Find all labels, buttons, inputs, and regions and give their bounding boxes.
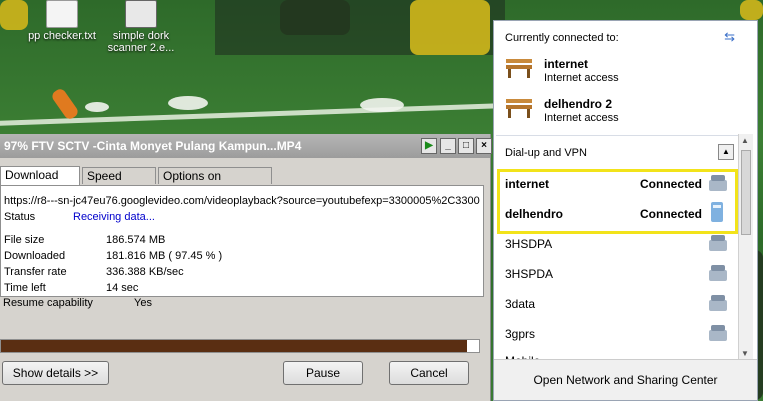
desktop-icon-label: pp checker.txt bbox=[28, 30, 96, 42]
pause-button[interactable]: Pause bbox=[283, 361, 363, 385]
download-status-panel: https://r8---sn-jc47eu76.googlevideo.com… bbox=[0, 185, 484, 297]
arrow-right-icon[interactable]: ▶ bbox=[421, 138, 437, 154]
field-label: Transfer rate bbox=[4, 266, 67, 278]
refresh-icon[interactable]: ⇆ bbox=[724, 29, 735, 45]
phone-icon bbox=[709, 295, 727, 311]
vpn-status: Connected bbox=[640, 177, 703, 191]
scroll-up-icon[interactable]: ▲ bbox=[741, 136, 749, 145]
connection-status: Internet access bbox=[544, 72, 619, 84]
tab-options-on-completion[interactable]: Options on completion bbox=[158, 167, 272, 200]
phone-icon bbox=[709, 175, 727, 191]
dialup-entry[interactable]: 3HSDPA bbox=[505, 237, 552, 251]
show-details-button[interactable]: Show details >> bbox=[2, 361, 109, 385]
text-file-icon bbox=[46, 0, 78, 28]
open-network-center-link[interactable]: Open Network and Sharing Center bbox=[494, 373, 757, 387]
field-value: 181.816 MB ( 97.45 % ) bbox=[106, 250, 223, 262]
field-value: 14 sec bbox=[106, 282, 139, 294]
vpn-status: Connected bbox=[640, 207, 703, 221]
field-value: 336.388 KB/sec bbox=[106, 266, 184, 278]
vpn-name[interactable]: delhendro bbox=[505, 207, 563, 221]
flyout-footer: Open Network and Sharing Center bbox=[494, 359, 757, 400]
status-label: Status bbox=[4, 211, 36, 223]
scroll-down-icon[interactable]: ▼ bbox=[741, 349, 749, 358]
field-label: Downloaded bbox=[4, 250, 66, 262]
phone-icon bbox=[709, 265, 727, 281]
dialup-entry[interactable]: 3HSPDA bbox=[505, 267, 553, 281]
modem-icon bbox=[711, 202, 723, 222]
window-title-text: 97% FTV SCTV -Cinta Monyet Pulang Kampun… bbox=[4, 139, 302, 153]
section-label: Dial-up and VPN bbox=[505, 147, 587, 159]
vpn-name[interactable]: internet bbox=[505, 177, 549, 191]
connection-status: Internet access bbox=[544, 112, 619, 124]
divider bbox=[496, 135, 739, 136]
maximize-button[interactable]: □ bbox=[458, 138, 474, 154]
field-value: 186.574 MB bbox=[106, 234, 166, 246]
desktop-icon-dork-scanner[interactable]: simple dork scanner 2.e... bbox=[105, 0, 177, 54]
connected-header: Currently connected to: bbox=[505, 32, 619, 44]
download-window: 97% FTV SCTV -Cinta Monyet Pulang Kampun… bbox=[0, 134, 492, 401]
download-progress-fill bbox=[1, 340, 467, 352]
tab-speed-limiter[interactable]: Speed Limiter bbox=[82, 167, 156, 200]
scroll-thumb[interactable] bbox=[741, 150, 751, 235]
status-value: Receiving data... bbox=[73, 211, 155, 223]
bench-icon bbox=[506, 99, 532, 118]
desktop-icon-label: simple dork scanner 2.e... bbox=[107, 30, 175, 54]
scrollbar[interactable]: ▲ ▼ bbox=[738, 134, 753, 360]
field-label: Resume capability bbox=[3, 297, 93, 309]
desktop-icon-pp-checker[interactable]: pp checker.txt bbox=[22, 0, 102, 42]
phone-icon bbox=[709, 235, 727, 251]
connection-name: internet bbox=[544, 57, 589, 71]
bench-icon bbox=[506, 59, 532, 78]
network-flyout: Currently connected to: ⇆ internet Inter… bbox=[493, 20, 758, 401]
dialup-entry[interactable]: 3data bbox=[505, 297, 535, 311]
field-value: Yes bbox=[134, 297, 152, 309]
cancel-button[interactable]: Cancel bbox=[389, 361, 469, 385]
collapse-icon[interactable]: ▲ bbox=[718, 144, 734, 160]
download-window-title: 97% FTV SCTV -Cinta Monyet Pulang Kampun… bbox=[0, 134, 492, 158]
dialup-entry[interactable]: 3gprs bbox=[505, 327, 535, 341]
field-label: Time left bbox=[4, 282, 46, 294]
skull-icon bbox=[125, 0, 157, 28]
tab-download-status[interactable]: Download status bbox=[0, 166, 80, 199]
field-label: File size bbox=[4, 234, 45, 246]
download-progress-bar bbox=[0, 339, 480, 353]
minimize-button[interactable]: _ bbox=[440, 138, 456, 154]
download-url: https://r8---sn-jc47eu76.googlevideo.com… bbox=[4, 195, 480, 207]
phone-icon bbox=[709, 325, 727, 341]
close-button[interactable]: × bbox=[476, 138, 492, 154]
connection-name: delhendro 2 bbox=[544, 97, 613, 111]
